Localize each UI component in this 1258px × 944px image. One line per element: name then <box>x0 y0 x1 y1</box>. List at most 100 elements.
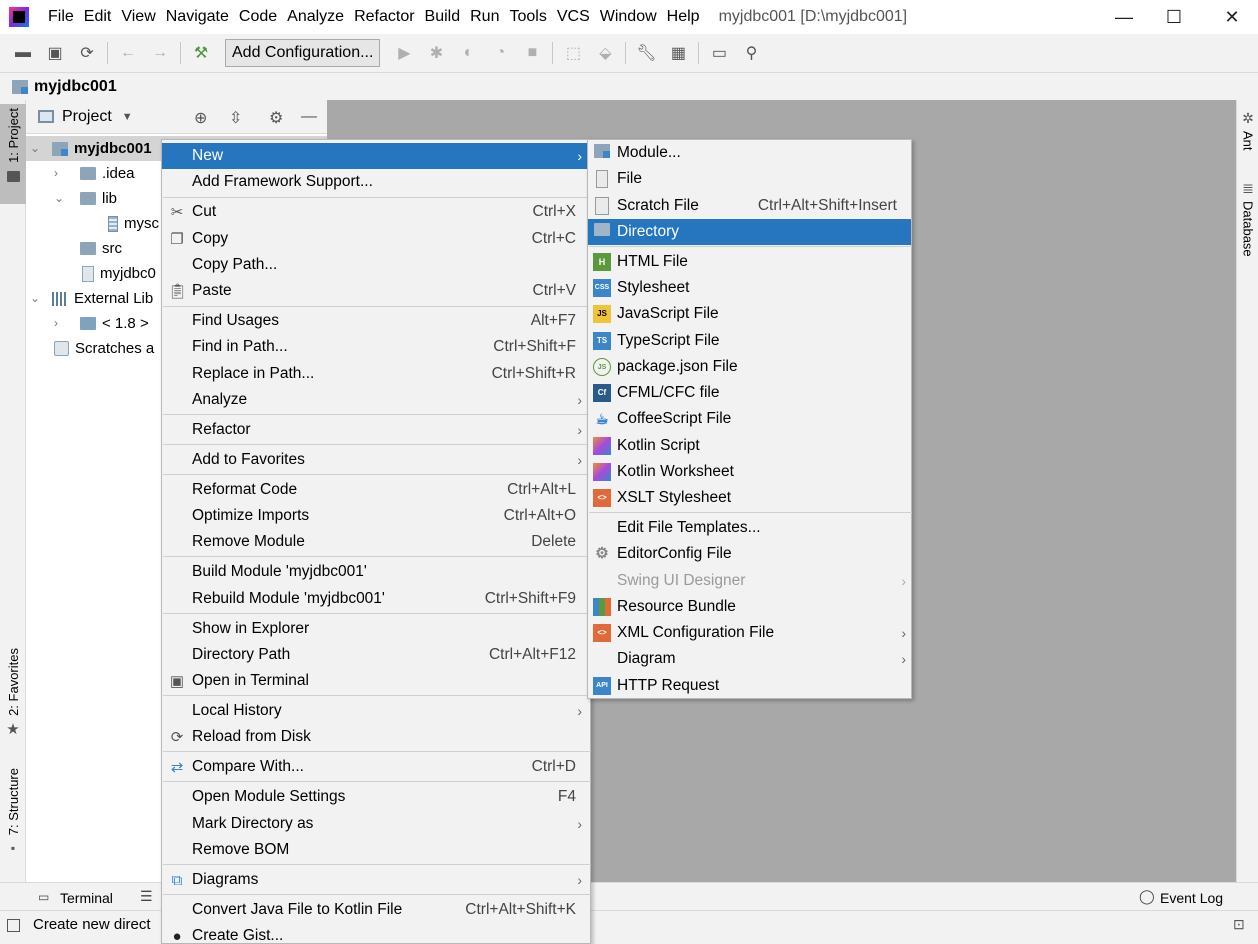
submenu-item-coffeescript[interactable]: ☕︎ CoffeeScript File <box>588 406 911 432</box>
collapse-all-icon[interactable]: ⇳ <box>229 108 242 128</box>
tab-event-log[interactable]: Event Log <box>1160 890 1223 906</box>
submenu-item-directory[interactable]: Directory <box>588 219 911 245</box>
minimize-button[interactable]: — <box>1099 0 1149 34</box>
menu-item-paste[interactable]: 📋︎ Paste Ctrl+V <box>162 278 590 304</box>
menu-file[interactable]: File <box>43 0 79 34</box>
tree-row-iml[interactable]: myjdbc0 <box>82 261 156 286</box>
profile-icon[interactable]: ◔ <box>490 43 510 63</box>
menu-item-copy[interactable]: ❐ Copy Ctrl+C <box>162 226 590 252</box>
submenu-item-html-file[interactable]: H HTML File <box>588 249 911 275</box>
submenu-item-scratch-file[interactable]: Scratch File Ctrl+Alt+Shift+Insert <box>588 193 911 219</box>
menu-item-local-history[interactable]: Local History › <box>162 698 590 724</box>
menu-item-copy-path[interactable]: Copy Path... <box>162 252 590 278</box>
settings-wrench-icon[interactable]: 🔧︎ <box>636 43 656 63</box>
save-all-icon[interactable]: ▣ <box>45 43 65 63</box>
submenu-item-swing-ui-designer[interactable]: Swing UI Designer › <box>588 568 911 594</box>
terminal-window-icon[interactable]: ▭ <box>709 43 729 63</box>
menu-item-new[interactable]: New › <box>162 143 590 169</box>
submenu-item-kotlin-script[interactable]: Kotlin Script <box>588 433 911 459</box>
menu-item-mark-directory-as[interactable]: Mark Directory as › <box>162 811 590 837</box>
submenu-item-module[interactable]: Module... <box>588 140 911 166</box>
sync-icon[interactable]: ⟳ <box>77 43 97 63</box>
menu-item-open-module-settings[interactable]: Open Module Settings F4 <box>162 784 590 810</box>
menu-vcs[interactable]: VCS <box>552 0 595 34</box>
menu-analyze[interactable]: Analyze <box>282 0 349 34</box>
tab-ant[interactable]: ✲ Ant <box>1237 110 1258 151</box>
menu-view[interactable]: View <box>116 0 160 34</box>
status-toggle-icon[interactable] <box>7 919 20 932</box>
back-arrow-icon[interactable]: ← <box>118 43 138 63</box>
breadcrumb-project[interactable]: myjdbc001 <box>34 78 117 96</box>
submenu-item-javascript-file[interactable]: JS JavaScript File <box>588 301 911 327</box>
tree-row-jdk[interactable]: › < 1.8 > <box>54 311 149 336</box>
submenu-item-edit-file-templates[interactable]: Edit File Templates... <box>588 515 911 541</box>
tree-row-jar[interactable]: mysc <box>108 211 159 236</box>
menu-item-add-framework-support[interactable]: Add Framework Support... <box>162 169 590 195</box>
menu-item-analyze[interactable]: Analyze › <box>162 387 590 413</box>
menu-item-find-usages[interactable]: Find Usages Alt+F7 <box>162 308 590 334</box>
chevron-down-icon[interactable]: ▼ <box>122 111 133 123</box>
coverage-icon[interactable]: ◐ <box>458 43 478 63</box>
menu-window[interactable]: Window <box>595 0 662 34</box>
vcs-update-icon[interactable]: ⬚ <box>563 43 583 63</box>
submenu-item-kotlin-worksheet[interactable]: Kotlin Worksheet <box>588 459 911 485</box>
submenu-item-diagram[interactable]: Diagram › <box>588 646 911 672</box>
todo-list-icon[interactable]: ☰ <box>140 888 153 905</box>
tab-database[interactable]: ≣ Database <box>1237 180 1258 257</box>
menu-item-compare-with[interactable]: ⇄ Compare With... Ctrl+D <box>162 754 590 780</box>
tab-structure[interactable]: 7: Structure ▪ <box>0 768 26 855</box>
build-hammer-icon[interactable]: ⚒ <box>191 43 211 63</box>
menu-tools[interactable]: Tools <box>504 0 551 34</box>
vcs-commit-icon[interactable]: ⬙ <box>595 43 615 63</box>
menu-item-optimize-imports[interactable]: Optimize Imports Ctrl+Alt+O <box>162 503 590 529</box>
menu-item-directory-path[interactable]: Directory Path Ctrl+Alt+F12 <box>162 642 590 668</box>
menu-item-replace-in-path[interactable]: Replace in Path... Ctrl+Shift+R <box>162 361 590 387</box>
tab-favorites[interactable]: 2: Favorites ★ <box>0 648 26 738</box>
locate-target-icon[interactable]: ⊕ <box>194 108 207 128</box>
menu-item-create-gist[interactable]: ● Create Gist... <box>162 923 590 944</box>
submenu-item-resource-bundle[interactable]: Resource Bundle <box>588 594 911 620</box>
menu-item-diagrams[interactable]: ⧉ Diagrams › <box>162 867 590 893</box>
gear-icon[interactable]: ⚙ <box>269 108 283 128</box>
tree-row-scratches[interactable]: Scratches a <box>54 336 154 361</box>
menu-item-find-in-path[interactable]: Find in Path... Ctrl+Shift+F <box>162 334 590 360</box>
tree-row-idea[interactable]: › .idea <box>54 161 135 186</box>
maximize-button[interactable]: ☐ <box>1149 0 1199 34</box>
menu-item-open-in-terminal[interactable]: ▣ Open in Terminal <box>162 668 590 694</box>
submenu-item-stylesheet[interactable]: CSS Stylesheet <box>588 275 911 301</box>
tree-row-lib[interactable]: ⌄ lib <box>54 186 117 211</box>
menu-item-remove-module[interactable]: Remove Module Delete <box>162 529 590 555</box>
menu-item-rebuild-module[interactable]: Rebuild Module 'myjdbc001' Ctrl+Shift+F9 <box>162 586 590 612</box>
close-window-button[interactable]: ✕ <box>1207 0 1257 34</box>
tab-terminal[interactable]: Terminal <box>60 890 113 906</box>
menu-item-show-in-explorer[interactable]: Show in Explorer <box>162 616 590 642</box>
menu-item-build-module[interactable]: Build Module 'myjdbc001' <box>162 559 590 585</box>
menu-item-remove-bom[interactable]: Remove BOM <box>162 837 590 863</box>
submenu-item-http-request[interactable]: API HTTP Request <box>588 673 911 699</box>
run-icon[interactable]: ▶ <box>394 43 414 63</box>
stop-icon[interactable]: ■ <box>522 43 542 63</box>
submenu-item-editorconfig[interactable]: ⚙ EditorConfig File <box>588 541 911 567</box>
open-folder-icon[interactable]: ▬ <box>13 43 33 63</box>
submenu-item-xml-configuration[interactable]: <> XML Configuration File › <box>588 620 911 646</box>
project-view-title[interactable]: Project <box>62 108 112 126</box>
add-configuration-button[interactable]: Add Configuration... <box>225 39 381 67</box>
tab-project[interactable]: 1: Project <box>0 104 26 204</box>
menu-item-reformat-code[interactable]: Reformat Code Ctrl+Alt+L <box>162 477 590 503</box>
forward-arrow-icon[interactable]: → <box>150 43 170 63</box>
tree-row-src[interactable]: src <box>80 236 122 261</box>
menu-item-cut[interactable]: ✂ Cut Ctrl+X <box>162 199 590 225</box>
menu-navigate[interactable]: Navigate <box>161 0 234 34</box>
submenu-item-package-json[interactable]: JS package.json File <box>588 354 911 380</box>
tree-row-external-libraries[interactable]: ⌄ External Lib <box>26 286 153 311</box>
lock-icon[interactable]: ⊡ <box>1233 916 1245 933</box>
menu-edit[interactable]: Edit <box>79 0 117 34</box>
menu-item-refactor[interactable]: Refactor › <box>162 417 590 443</box>
menu-item-add-to-favorites[interactable]: Add to Favorites › <box>162 447 590 473</box>
menu-code[interactable]: Code <box>234 0 282 34</box>
project-structure-icon[interactable]: ▦ <box>668 43 688 63</box>
menu-build[interactable]: Build <box>420 0 466 34</box>
submenu-item-xslt-stylesheet[interactable]: <> XSLT Stylesheet <box>588 485 911 511</box>
menu-item-reload-from-disk[interactable]: ⟳ Reload from Disk <box>162 724 590 750</box>
submenu-item-file[interactable]: File <box>588 166 911 192</box>
